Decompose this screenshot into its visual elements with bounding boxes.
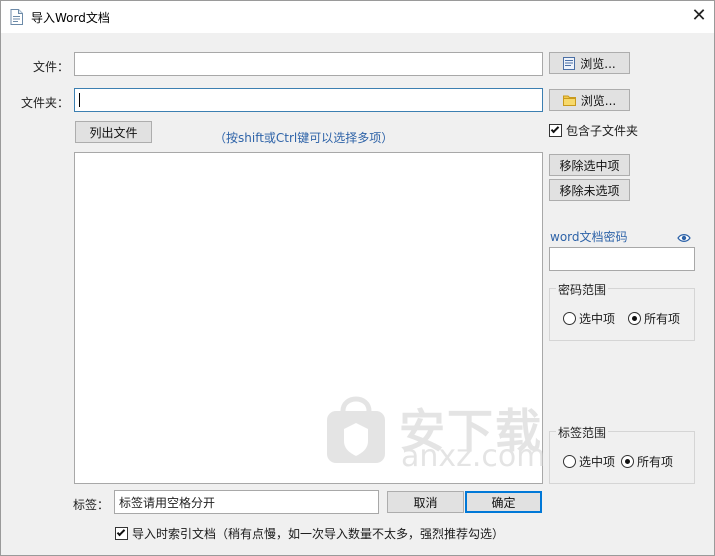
watermark-url: anxz.com	[401, 439, 546, 474]
password-scope-legend: 密码范围	[556, 281, 609, 298]
password-scope-option-all: 所有项	[644, 312, 681, 326]
password-input-wrap[interactable]	[549, 247, 695, 271]
radio-dot[interactable]	[628, 312, 642, 325]
remove-unselected-button[interactable]: 移除未选项	[549, 179, 630, 201]
tags-input-wrap[interactable]	[114, 490, 379, 514]
tag-scope-selected-radio[interactable]: 选中项	[563, 453, 615, 470]
radio-dot[interactable]	[563, 312, 576, 325]
title-bar: 导入Word文档 ✕	[1, 1, 714, 33]
password-input[interactable]	[550, 248, 694, 270]
cancel-button[interactable]: 取消	[387, 491, 464, 513]
file-label: 文件：	[33, 60, 70, 74]
index-on-import-label: 导入时索引文档（稍有点慢，如一次导入数量不太多，强烈推荐勾选）	[132, 527, 505, 541]
word-file-icon	[563, 56, 576, 70]
checkmark-icon	[116, 527, 126, 537]
password-scope-all-radio[interactable]: 所有项	[628, 310, 680, 327]
tags-label: 标签：	[73, 498, 110, 512]
watermark: 安下载 anxz.com	[323, 389, 546, 475]
index-on-import-box[interactable]	[115, 527, 128, 540]
tag-scope-option-selected: 选中项	[579, 455, 616, 469]
radio-dot[interactable]	[563, 455, 576, 468]
tag-scope-option-all: 所有项	[637, 455, 674, 469]
file-path-input-wrap[interactable]	[74, 52, 543, 76]
eye-icon[interactable]	[677, 233, 691, 243]
import-word-dialog: 导入Word文档 ✕ 文件： 浏览... 文件夹： 浏览... 列出文件 （按s…	[0, 0, 715, 556]
ok-button[interactable]: 确定	[465, 491, 542, 513]
shopping-bag-logo-icon	[327, 396, 385, 463]
folder-icon	[562, 95, 576, 106]
multi-select-hint: （按shift或Ctrl键可以选择多项）	[214, 131, 394, 145]
password-label: word文档密码	[550, 230, 628, 244]
browse-file-button[interactable]: 浏览...	[549, 52, 630, 74]
remove-selected-button[interactable]: 移除选中项	[549, 154, 630, 176]
checkmark-icon	[550, 124, 560, 134]
file-list[interactable]: 安下载 anxz.com	[74, 152, 546, 484]
browse-folder-button[interactable]: 浏览...	[549, 89, 630, 111]
radio-dot[interactable]	[621, 455, 635, 468]
tag-scope-legend: 标签范围	[556, 424, 609, 441]
include-subfolders-box[interactable]	[549, 124, 562, 137]
password-scope-group: 密码范围 选中项 所有项	[549, 281, 695, 341]
window-title: 导入Word文档	[31, 11, 110, 25]
folder-path-input-wrap[interactable]	[74, 88, 543, 112]
tags-input[interactable]	[115, 491, 378, 513]
folder-path-input[interactable]	[75, 89, 542, 111]
folder-label: 文件夹：	[21, 96, 70, 110]
browse-folder-label: 浏览...	[580, 93, 617, 108]
tag-scope-group: 标签范围 选中项 所有项	[549, 424, 695, 484]
file-path-input[interactable]	[75, 53, 542, 75]
close-icon: ✕	[691, 5, 707, 26]
index-on-import-checkbox[interactable]: 导入时索引文档（稍有点慢，如一次导入数量不太多，强烈推荐勾选）	[115, 525, 504, 542]
password-scope-option-selected: 选中项	[579, 312, 616, 326]
include-subfolders-label: 包含子文件夹	[566, 124, 639, 138]
text-caret	[79, 93, 80, 107]
list-files-button[interactable]: 列出文件	[75, 121, 152, 143]
include-subfolders-checkbox[interactable]: 包含子文件夹	[549, 122, 638, 139]
password-scope-selected-radio[interactable]: 选中项	[563, 310, 615, 327]
browse-file-label: 浏览...	[580, 56, 616, 71]
tag-scope-all-radio[interactable]: 所有项	[621, 453, 673, 470]
close-button[interactable]: ✕	[685, 4, 713, 30]
document-icon	[10, 9, 23, 25]
